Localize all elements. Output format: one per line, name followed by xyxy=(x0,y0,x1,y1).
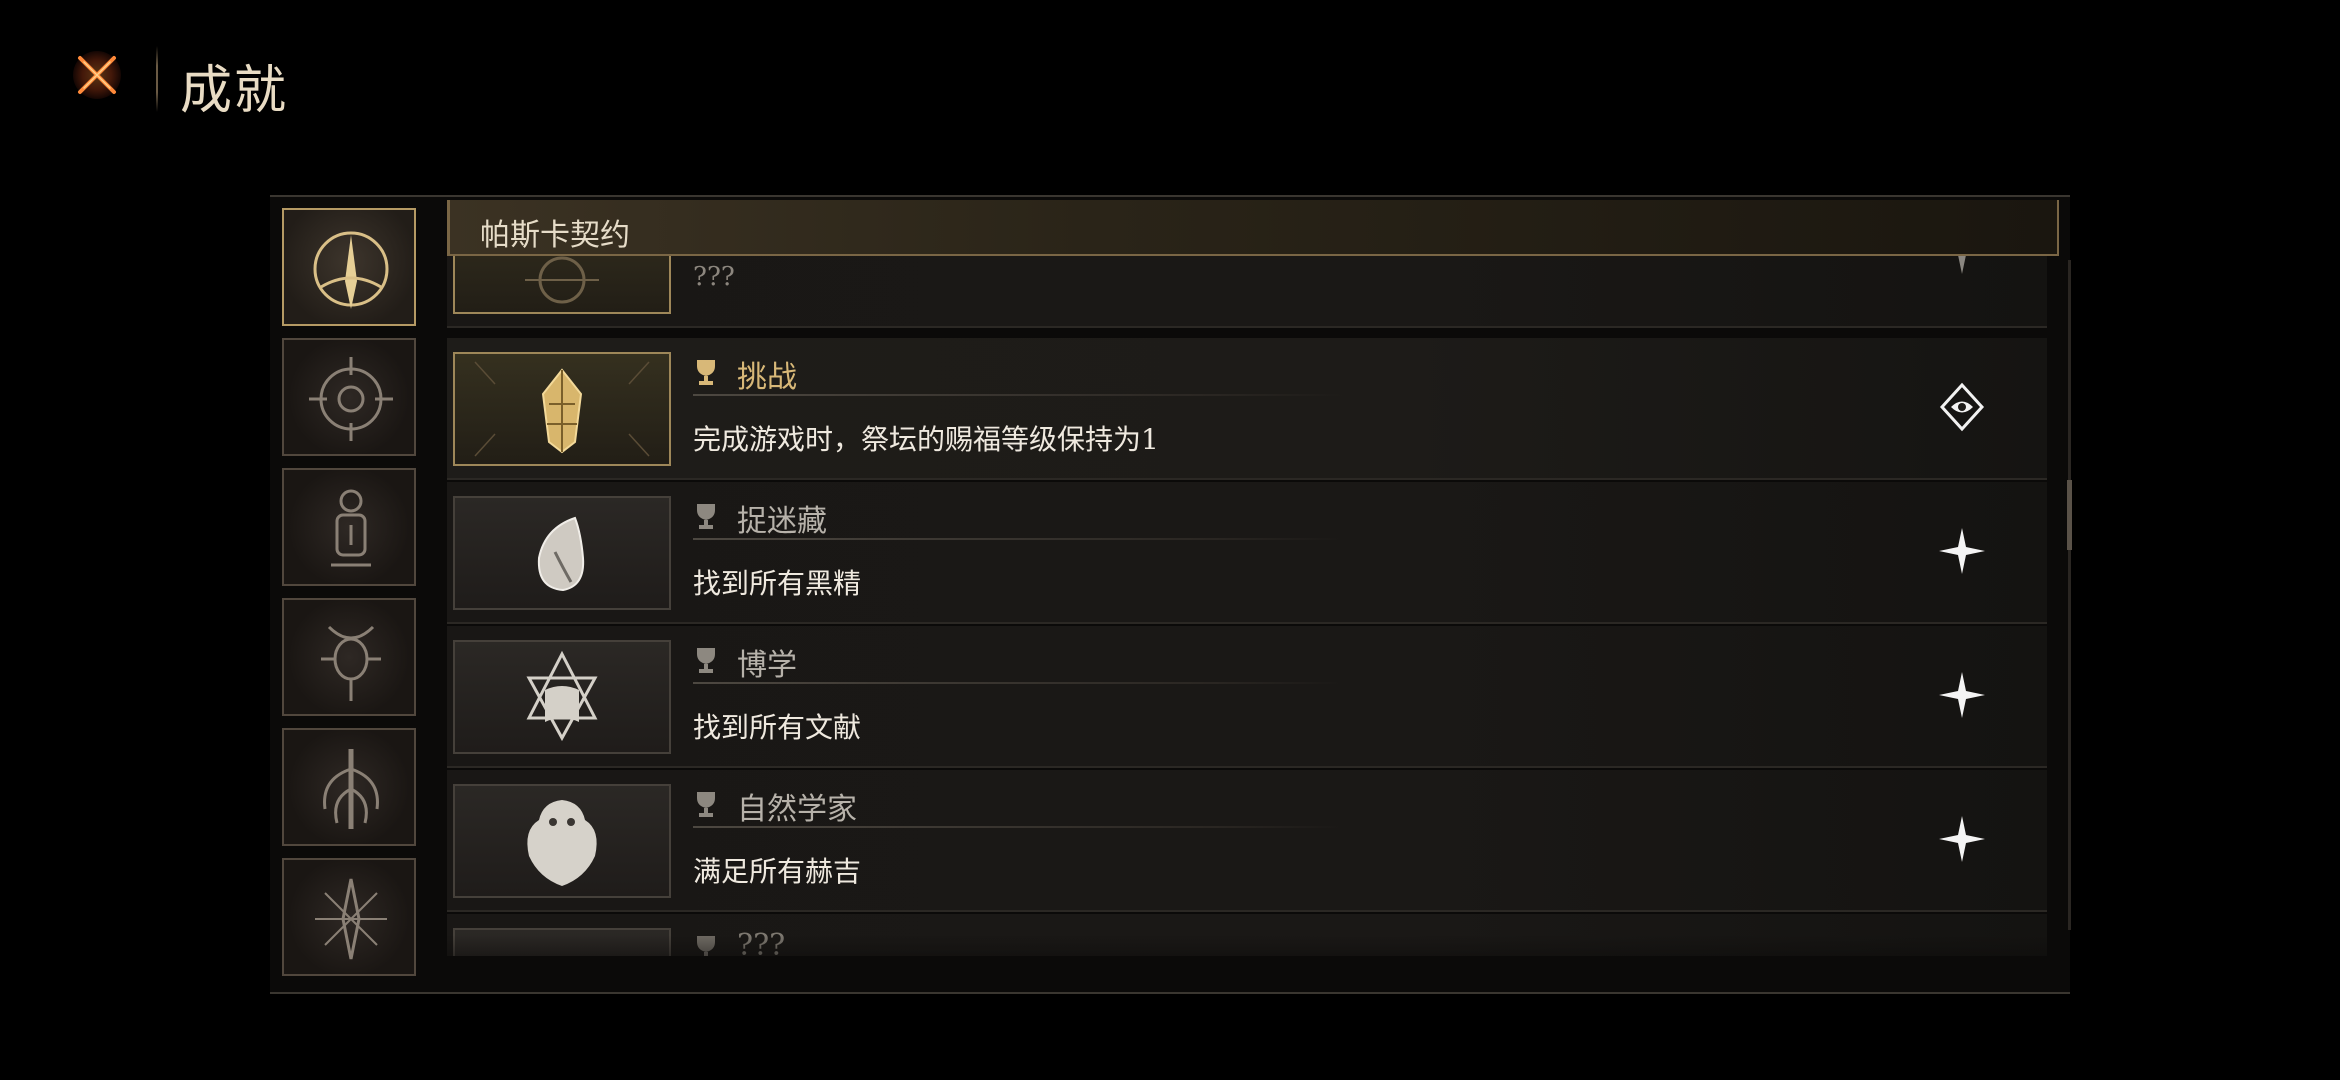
section-header: 帕斯卡契约 xyxy=(447,200,2059,256)
star-status-icon xyxy=(1939,816,1985,862)
title-divider xyxy=(693,826,1343,828)
list-item-challenge[interactable]: 挑战 完成游戏时，祭坛的赐福等级保持为1 xyxy=(447,338,2047,480)
title-divider xyxy=(693,682,1343,684)
crystal-crest-icon xyxy=(474,361,650,457)
horned-eye-emblem-icon xyxy=(321,625,381,701)
list-item-naturalist[interactable]: 自然学家 满足所有赫吉 xyxy=(447,770,2047,912)
list-item[interactable]: ??? xyxy=(447,256,2047,328)
star-status-icon xyxy=(1939,528,1985,574)
title-divider xyxy=(693,538,1343,540)
achieved-emblem-icon xyxy=(1939,382,1985,432)
category-tab-3[interactable] xyxy=(282,468,416,586)
category-tab-2[interactable] xyxy=(282,338,416,456)
section-title: 帕斯卡契约 xyxy=(480,218,630,253)
trophy-icon xyxy=(697,792,715,817)
title-divider xyxy=(693,394,1343,396)
achievement-description: 满足所有赫吉 xyxy=(693,855,862,888)
list-item-erudite[interactable]: 博学 找到所有文献 xyxy=(447,626,2047,768)
achievement-list[interactable]: ??? 挑战 完成游戏时，祭坛的赐福等级保持为1 捉迷藏 找到所有黑精 博学 找… xyxy=(447,256,2067,956)
achievement-thumbnail xyxy=(453,784,671,898)
thorn-crest-emblem-icon xyxy=(315,878,387,960)
star-status-icon xyxy=(1939,672,1985,718)
list-item-hide-and-seek[interactable]: 捉迷藏 找到所有黑精 xyxy=(447,482,2047,624)
creature-icon xyxy=(527,800,597,886)
achievement-thumbnail xyxy=(453,352,671,466)
category-tab-4[interactable] xyxy=(282,598,416,716)
scrollbar-thumb[interactable] xyxy=(2067,480,2072,550)
achievement-description: ??? xyxy=(693,262,735,292)
achievement-title: 挑战 xyxy=(737,360,797,395)
achievement-title: 捉迷藏 xyxy=(737,504,827,539)
achievement-thumbnail xyxy=(453,496,671,610)
achievement-title: 自然学家 xyxy=(737,792,857,827)
achievement-thumbnail xyxy=(453,256,671,314)
page-title: 成就 xyxy=(180,61,289,121)
achievement-thumbnail xyxy=(453,640,671,754)
sun-blade-emblem-icon xyxy=(313,231,389,309)
trophy-icon xyxy=(697,360,715,385)
partial-emblem-icon xyxy=(525,256,599,304)
close-button[interactable] xyxy=(70,48,124,102)
tentacle-emblem-icon xyxy=(323,749,379,829)
star-status-icon xyxy=(1958,256,1966,274)
eye-sigil-emblem-icon xyxy=(309,357,393,441)
list-fade xyxy=(447,935,2067,985)
scrollbar-track[interactable] xyxy=(2068,260,2071,930)
close-x-icon xyxy=(73,51,121,99)
trophy-icon xyxy=(697,648,715,673)
achievement-title: 博学 xyxy=(737,648,797,683)
category-tab-6[interactable] xyxy=(282,858,416,976)
achievement-description: 找到所有黑精 xyxy=(693,567,862,600)
achievement-description: 找到所有文献 xyxy=(693,711,862,744)
category-tab-pascal[interactable] xyxy=(282,208,416,326)
lantern-emblem-icon xyxy=(331,489,371,567)
category-sidebar xyxy=(282,208,422,988)
star-book-icon xyxy=(526,650,598,742)
header-separator xyxy=(156,46,158,112)
shell-icon xyxy=(537,516,585,592)
achievement-description: 完成游戏时，祭坛的赐福等级保持为1 xyxy=(693,423,1159,456)
category-tab-5[interactable] xyxy=(282,728,416,846)
trophy-icon xyxy=(697,504,715,529)
